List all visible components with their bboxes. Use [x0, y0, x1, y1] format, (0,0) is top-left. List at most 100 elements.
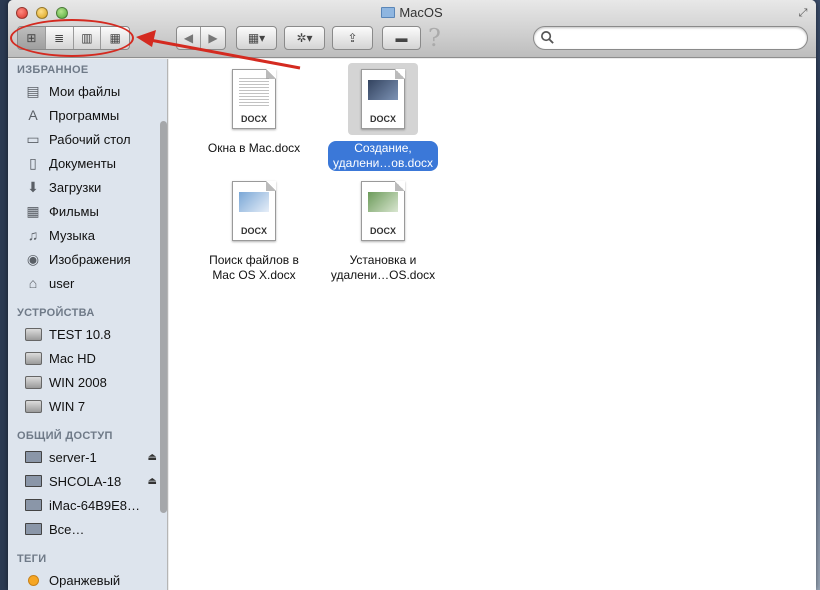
- music-icon: ♫: [27, 227, 39, 243]
- docx-file-icon: DOCX: [232, 69, 276, 129]
- sidebar-item-label: Оранжевый: [49, 572, 121, 588]
- back-button[interactable]: ◀: [177, 27, 202, 49]
- computer-icon: [24, 472, 42, 490]
- sidebar-item-all-files[interactable]: ▤ Мои файлы: [24, 80, 159, 102]
- help-icon[interactable]: ?: [428, 24, 441, 52]
- file-icon-container: DOCX: [348, 175, 418, 247]
- file-icon-container: DOCX: [219, 63, 289, 135]
- search-input[interactable]: [558, 30, 798, 46]
- file-name: Окна в Mac.docx: [189, 141, 319, 156]
- sidebar-item-label: server-1: [49, 449, 97, 465]
- desktop-icon: ▭: [26, 130, 40, 147]
- sidebar-scrollbar[interactable]: [160, 121, 167, 513]
- sidebar-item-shared[interactable]: SHCOLA-18 ⏏: [24, 470, 159, 492]
- file-item[interactable]: DOCX Окна в Mac.docx: [189, 63, 319, 156]
- orange-tag-icon: [24, 571, 42, 589]
- eject-icon[interactable]: ⏏: [148, 476, 157, 487]
- docx-file-icon: DOCX: [361, 181, 405, 241]
- sidebar-item-desktop[interactable]: ▭ Рабочий стол: [24, 128, 159, 150]
- sidebar-item-label: TEST 10.8: [49, 326, 111, 342]
- sidebar-item-documents[interactable]: ▯ Документы: [24, 152, 159, 174]
- label-button[interactable]: ▬: [383, 27, 420, 49]
- file-browser: DOCX Окна в Mac.docx DOCX Создание, удале…: [169, 59, 816, 590]
- devices-header: УСТРОЙСТВА: [17, 307, 95, 319]
- movies-icon: ▦: [26, 202, 40, 219]
- forward-arrow-icon: ▶: [208, 31, 218, 45]
- gear-icon: ✲▾: [296, 31, 313, 45]
- action-menu: ✲▾: [284, 26, 325, 50]
- imac-icon: [24, 496, 42, 514]
- file-name-line: Установка и: [349, 253, 417, 267]
- sidebar-item-movies[interactable]: ▦ Фильмы: [24, 200, 159, 222]
- file-icon-container: DOCX: [348, 63, 418, 135]
- window-title-text: MacOS: [399, 5, 443, 20]
- file-name-line: Mac OS X.docx: [212, 268, 296, 282]
- sidebar-item-device[interactable]: WIN 2008: [24, 371, 159, 393]
- file-name-line: Создание,: [354, 141, 412, 155]
- file-format-label: DOCX: [369, 114, 396, 124]
- share-icon: ⇪: [347, 31, 358, 45]
- sidebar-item-label: Загрузки: [49, 179, 102, 195]
- file-item[interactable]: DOCX Установка и удалени…OS.docx: [318, 175, 448, 283]
- sidebar-item-label: WIN 7: [49, 398, 86, 414]
- sidebar-item-label: iMac-64B9E8…: [49, 497, 141, 513]
- share-menu: ⇪: [332, 26, 373, 50]
- home-icon: ⌂: [28, 275, 38, 291]
- sidebar-item-tag-orange[interactable]: Оранжевый: [24, 569, 159, 590]
- sidebar-item-shared[interactable]: server-1 ⏏: [24, 446, 159, 468]
- back-arrow-icon: ◀: [183, 31, 194, 45]
- annotation-circle: [10, 19, 134, 57]
- sidebar-item-music[interactable]: ♫ Музыка: [24, 224, 159, 246]
- tag-icon: ▬: [395, 31, 408, 45]
- eject-icon[interactable]: ⏏: [148, 452, 157, 463]
- file-name-line: удалени…OS.docx: [330, 268, 436, 282]
- sidebar-item-applications[interactable]: A Программы: [24, 104, 159, 126]
- sidebar-item-label: Документы: [49, 155, 117, 171]
- sidebar: ИЗБРАННОЕ ▤ Мои файлы A Программы ▭ Рабочий…: [8, 59, 168, 590]
- network-icon: [24, 520, 42, 538]
- sidebar-item-label: Рабочий стол: [49, 131, 131, 147]
- sidebar-item-device[interactable]: Mac HD: [24, 347, 159, 369]
- file-format-label: DOCX: [369, 226, 396, 236]
- pictures-icon: ◉: [26, 250, 40, 267]
- shared-header: ОБЩИЙ ДОСТУП: [17, 430, 113, 442]
- search-field[interactable]: [533, 26, 808, 50]
- file-format-label: DOCX: [240, 226, 267, 236]
- all-files-icon: ▤: [26, 82, 40, 99]
- downloads-icon: ⬇: [27, 178, 39, 195]
- file-icon-container: DOCX: [219, 175, 289, 247]
- sidebar-item-label: Музыка: [49, 227, 95, 243]
- sidebar-item-device[interactable]: TEST 10.8: [24, 323, 159, 345]
- sidebar-item-pictures[interactable]: ◉ Изображения: [24, 248, 159, 270]
- label-menu: ▬: [382, 26, 421, 50]
- sidebar-item-label: Мои файлы: [49, 83, 121, 99]
- finder-window: MacOS ⤢ ⊞ ≣ ▥ ▦ ◀ ▶ ▦▾ ✲▾ ⇪ ▬ ? ИЗБРАННО…: [8, 0, 816, 590]
- file-name: Создание, удалени…ов.docx: [327, 141, 438, 171]
- file-name: Установка и удалени…OS.docx: [318, 253, 448, 283]
- disk-icon: [24, 373, 42, 391]
- fullscreen-icon[interactable]: ⤢: [796, 6, 810, 20]
- sidebar-item-label: SHCOLA-18: [49, 473, 122, 489]
- forward-button[interactable]: ▶: [201, 27, 225, 49]
- file-name-line: удалени…ов.docx: [332, 156, 433, 170]
- share-button[interactable]: ⇪: [333, 27, 372, 49]
- sidebar-item-label: Mac HD: [49, 350, 96, 366]
- file-item[interactable]: DOCX Поиск файлов в Mac OS X.docx: [189, 175, 319, 283]
- sidebar-item-label: Все…: [49, 521, 85, 537]
- arrange-button[interactable]: ▦▾: [237, 27, 276, 49]
- navigation-buttons: ◀ ▶: [176, 26, 226, 50]
- sidebar-item-label: Фильмы: [49, 203, 99, 219]
- sidebar-item-home[interactable]: ⌂ user: [24, 272, 159, 294]
- file-format-label: DOCX: [240, 114, 267, 124]
- disk-icon: [24, 349, 42, 367]
- sidebar-item-shared[interactable]: Все…: [24, 518, 159, 540]
- sidebar-item-label: Программы: [49, 107, 120, 123]
- sidebar-item-label: user: [49, 275, 75, 291]
- file-item-selected[interactable]: DOCX Создание, удалени…ов.docx: [318, 63, 448, 172]
- file-name-line: Окна в Mac.docx: [207, 141, 301, 155]
- sidebar-item-shared[interactable]: iMac-64B9E8…: [24, 494, 159, 516]
- sidebar-item-device[interactable]: WIN 7: [24, 395, 159, 417]
- action-button[interactable]: ✲▾: [285, 27, 324, 49]
- sidebar-item-downloads[interactable]: ⬇ Загрузки: [24, 176, 159, 198]
- docx-file-icon: DOCX: [361, 69, 405, 129]
